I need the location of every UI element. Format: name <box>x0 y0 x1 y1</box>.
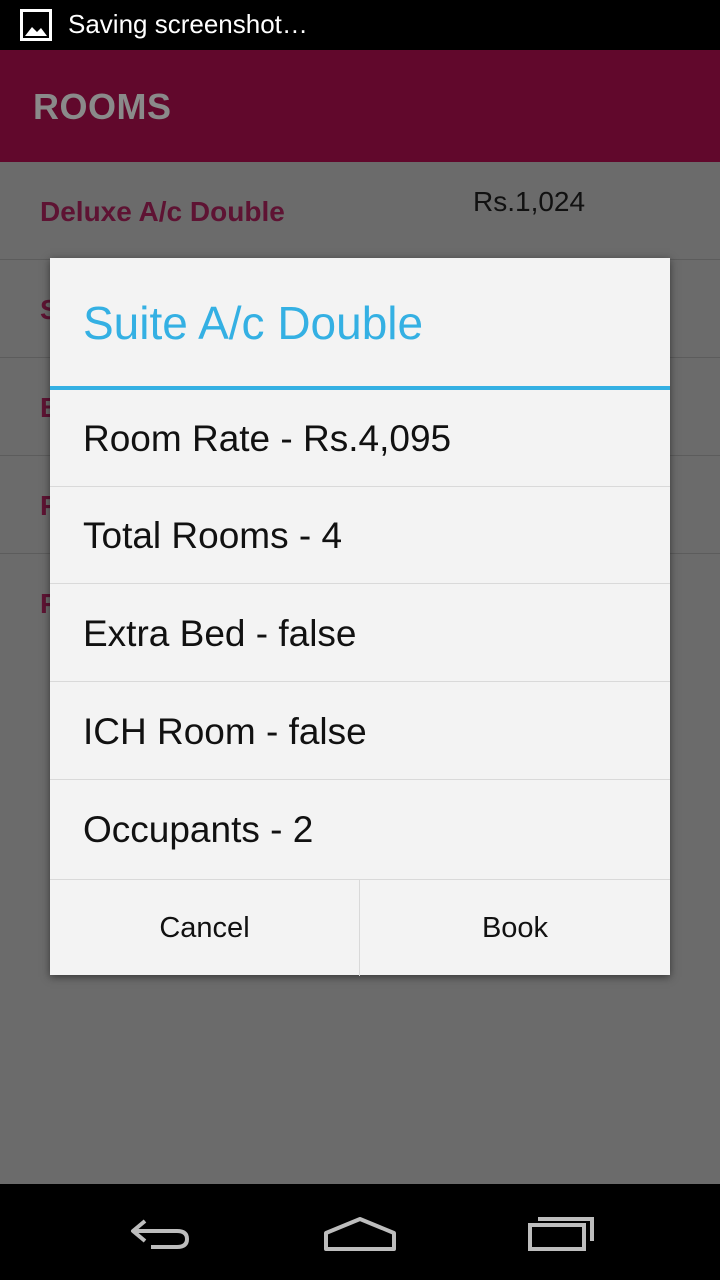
dialog-item-label: ICH Room - false <box>83 711 367 752</box>
home-icon <box>324 1217 396 1251</box>
status-bar: Saving screenshot… <box>0 0 720 50</box>
dialog-button-bar: Cancel Book <box>50 879 670 976</box>
dialog-title: Suite A/c Double <box>83 297 424 349</box>
dialog-item-total-rooms[interactable]: Total Rooms - 4 <box>50 487 670 584</box>
image-icon <box>20 9 52 41</box>
book-button[interactable]: Book <box>360 880 670 976</box>
dialog-item-ich-room[interactable]: ICH Room - false <box>50 683 670 780</box>
dialog-item-label: Total Rooms - 4 <box>83 515 343 556</box>
home-button[interactable] <box>310 1198 410 1268</box>
back-icon <box>131 1219 190 1249</box>
page-title: ROOMS <box>33 86 172 127</box>
dialog-item-label: Occupants - 2 <box>83 809 314 850</box>
dialog-item-label: Extra Bed - false <box>83 613 357 654</box>
recents-button[interactable] <box>512 1198 612 1268</box>
status-notification-text: Saving screenshot… <box>68 9 308 39</box>
room-name: Deluxe A/c Double <box>40 196 285 227</box>
recents-icon <box>528 1217 594 1251</box>
dialog-item-extra-bed[interactable]: Extra Bed - false <box>50 585 670 682</box>
dialog-item-room-rate[interactable]: Room Rate - Rs.4,095 <box>50 390 670 487</box>
list-item[interactable]: Deluxe A/c Double Rs.1,024 <box>0 162 720 260</box>
dialog-item-occupants[interactable]: Occupants - 2 <box>50 781 670 878</box>
dialog-item-label: Room Rate - Rs.4,095 <box>83 418 452 459</box>
room-price: Rs.1,024 <box>473 186 586 217</box>
cancel-button[interactable]: Cancel <box>50 880 360 976</box>
back-button[interactable] <box>110 1198 210 1268</box>
